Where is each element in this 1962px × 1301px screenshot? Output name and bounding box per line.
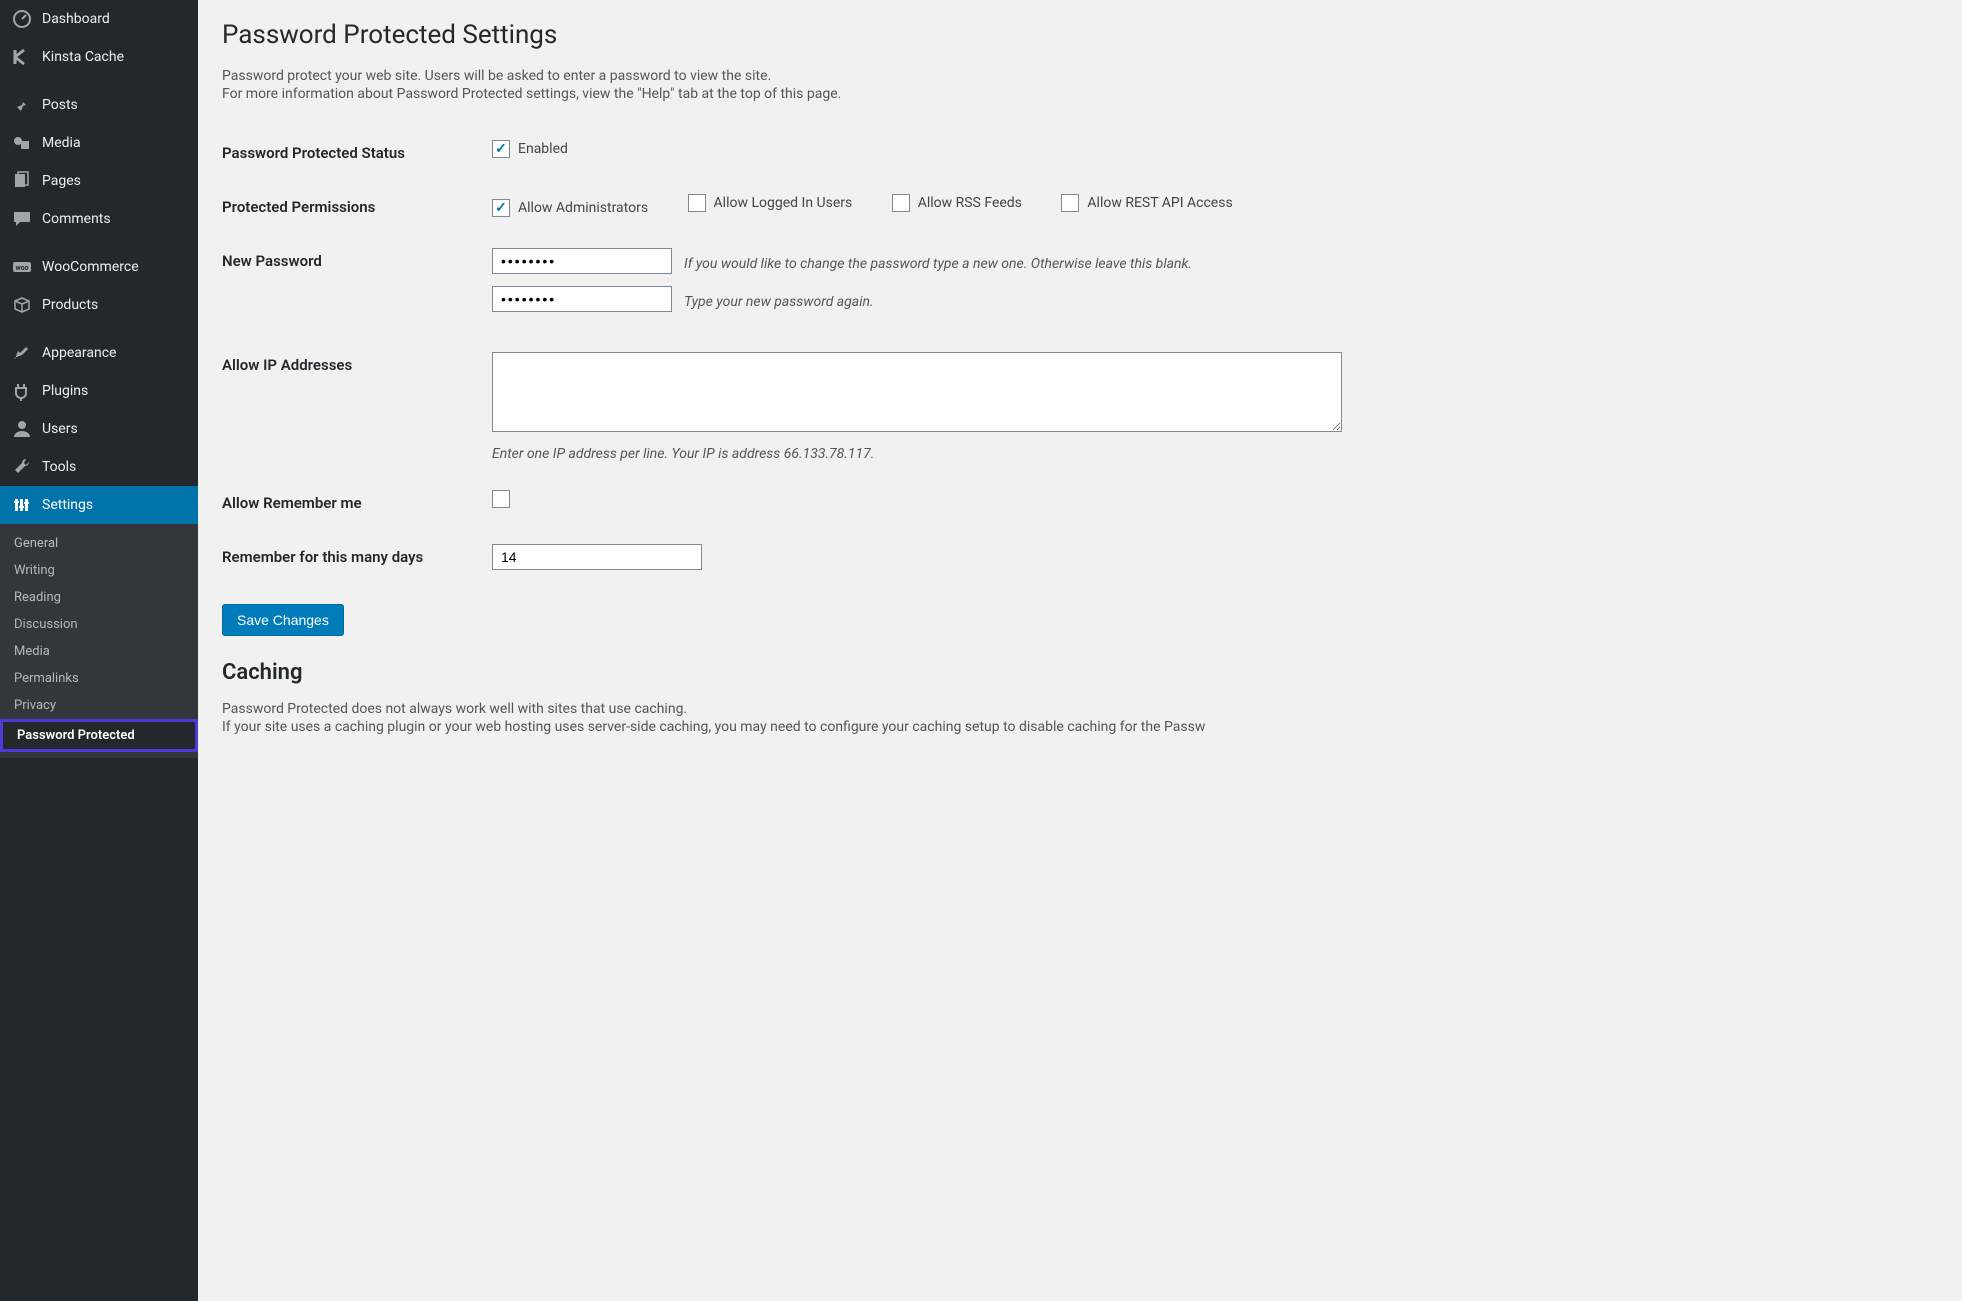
- sidebar-item-dashboard[interactable]: Dashboard: [0, 0, 198, 38]
- users-icon: [12, 419, 32, 439]
- dashboard-icon: [12, 9, 32, 29]
- sidebar-item-label: Tools: [42, 459, 76, 475]
- page-title: Password Protected Settings: [222, 20, 1938, 50]
- sidebar-item-label: Products: [42, 297, 98, 313]
- sidebar-item-comments[interactable]: Comments: [0, 200, 198, 238]
- sidebar-item-label: Posts: [42, 97, 78, 113]
- sidebar-item-woocommerce[interactable]: woo WooCommerce: [0, 248, 198, 286]
- perm-rss-label: Allow RSS Feeds: [918, 195, 1022, 211]
- sidebar-item-settings[interactable]: Settings: [0, 486, 198, 524]
- sidebar-item-tools[interactable]: Tools: [0, 448, 198, 486]
- sidebar-item-label: Kinsta Cache: [42, 49, 124, 65]
- sidebar-item-label: Media: [42, 135, 81, 151]
- tools-icon: [12, 457, 32, 477]
- products-icon: [12, 295, 32, 315]
- pages-icon: [12, 171, 32, 191]
- settings-icon: [12, 495, 32, 515]
- perm-admin-label: Allow Administrators: [518, 200, 648, 216]
- pwd1-hint: If you would like to change the password…: [684, 256, 1192, 272]
- sidebar-item-products[interactable]: Products: [0, 286, 198, 324]
- sidebar-item-label: Comments: [42, 211, 111, 227]
- enabled-label: Enabled: [518, 141, 568, 157]
- ip-hint: Enter one IP address per line. Your IP i…: [492, 446, 1928, 462]
- remember-label: Allow Remember me: [222, 476, 482, 530]
- woo-icon: woo: [12, 257, 32, 277]
- appearance-icon: [12, 343, 32, 363]
- sidebar-item-pages[interactable]: Pages: [0, 162, 198, 200]
- sidebar-sub-writing[interactable]: Writing: [0, 557, 198, 584]
- sidebar-item-label: Settings: [42, 497, 93, 513]
- perm-logged-label: Allow Logged In Users: [714, 195, 853, 211]
- remember-days-input[interactable]: [492, 544, 702, 570]
- kinsta-icon: [12, 47, 32, 67]
- perm-rest-checkbox[interactable]: [1061, 194, 1079, 212]
- caching-heading: Caching: [222, 660, 1938, 685]
- sidebar-item-media[interactable]: Media: [0, 124, 198, 162]
- remember-days-label: Remember for this many days: [222, 530, 482, 584]
- page-description-1: Password protect your web site. Users wi…: [222, 68, 1938, 84]
- sidebar-item-label: Plugins: [42, 383, 88, 399]
- status-row-highlight: Password Protected Status Enabled: [222, 126, 1938, 180]
- sidebar-sub-permalinks[interactable]: Permalinks: [0, 665, 198, 692]
- perm-rss-checkbox[interactable]: [892, 194, 910, 212]
- pwd2-hint: Type your new password again.: [684, 294, 874, 310]
- sidebar-sub-password-protected[interactable]: Password Protected: [0, 719, 198, 752]
- sidebar-item-plugins[interactable]: Plugins: [0, 372, 198, 410]
- plugins-icon: [12, 381, 32, 401]
- pin-icon: [12, 95, 32, 115]
- svg-text:woo: woo: [15, 264, 28, 272]
- remember-checkbox[interactable]: [492, 490, 510, 508]
- perm-logged-checkbox[interactable]: [688, 194, 706, 212]
- caching-line-2: If your site uses a caching plugin or yo…: [222, 719, 1938, 735]
- sidebar-item-users[interactable]: Users: [0, 410, 198, 448]
- sidebar-item-label: WooCommerce: [42, 259, 139, 275]
- new-password-label: New Password: [222, 234, 482, 338]
- sidebar-submenu: General Writing Reading Discussion Media…: [0, 524, 198, 758]
- password-row-highlight: New Password If you would like to change…: [222, 234, 1938, 338]
- sidebar-sub-privacy[interactable]: Privacy: [0, 692, 198, 719]
- sidebar-item-label: Dashboard: [42, 11, 110, 27]
- save-changes-button[interactable]: Save Changes: [222, 604, 344, 636]
- sidebar-item-appearance[interactable]: Appearance: [0, 334, 198, 372]
- status-label: Password Protected Status: [222, 126, 482, 180]
- perm-rest-label: Allow REST API Access: [1087, 195, 1232, 211]
- admin-sidebar: Dashboard Kinsta Cache Posts Media Pages…: [0, 0, 198, 1301]
- caching-line-1: Password Protected does not always work …: [222, 701, 1938, 717]
- sidebar-sub-general[interactable]: General: [0, 530, 198, 557]
- sidebar-item-posts[interactable]: Posts: [0, 86, 198, 124]
- sidebar-item-kinsta[interactable]: Kinsta Cache: [0, 38, 198, 76]
- new-password-input[interactable]: [492, 248, 672, 274]
- page-description-2: For more information about Password Prot…: [222, 86, 1938, 102]
- media-icon: [12, 133, 32, 153]
- sidebar-sub-media[interactable]: Media: [0, 638, 198, 665]
- confirm-password-input[interactable]: [492, 286, 672, 312]
- ip-addresses-textarea[interactable]: [492, 352, 1342, 432]
- permissions-label: Protected Permissions: [222, 180, 482, 234]
- sidebar-sub-discussion[interactable]: Discussion: [0, 611, 198, 638]
- ip-label: Allow IP Addresses: [222, 338, 482, 476]
- sidebar-item-label: Appearance: [42, 345, 116, 361]
- comments-icon: [12, 209, 32, 229]
- enabled-checkbox[interactable]: [492, 140, 510, 158]
- sidebar-item-label: Users: [42, 421, 78, 437]
- sidebar-sub-reading[interactable]: Reading: [0, 584, 198, 611]
- main-content: Password Protected Settings Password pro…: [198, 0, 1962, 1301]
- perm-admin-checkbox[interactable]: [492, 199, 510, 217]
- sidebar-item-label: Pages: [42, 173, 81, 189]
